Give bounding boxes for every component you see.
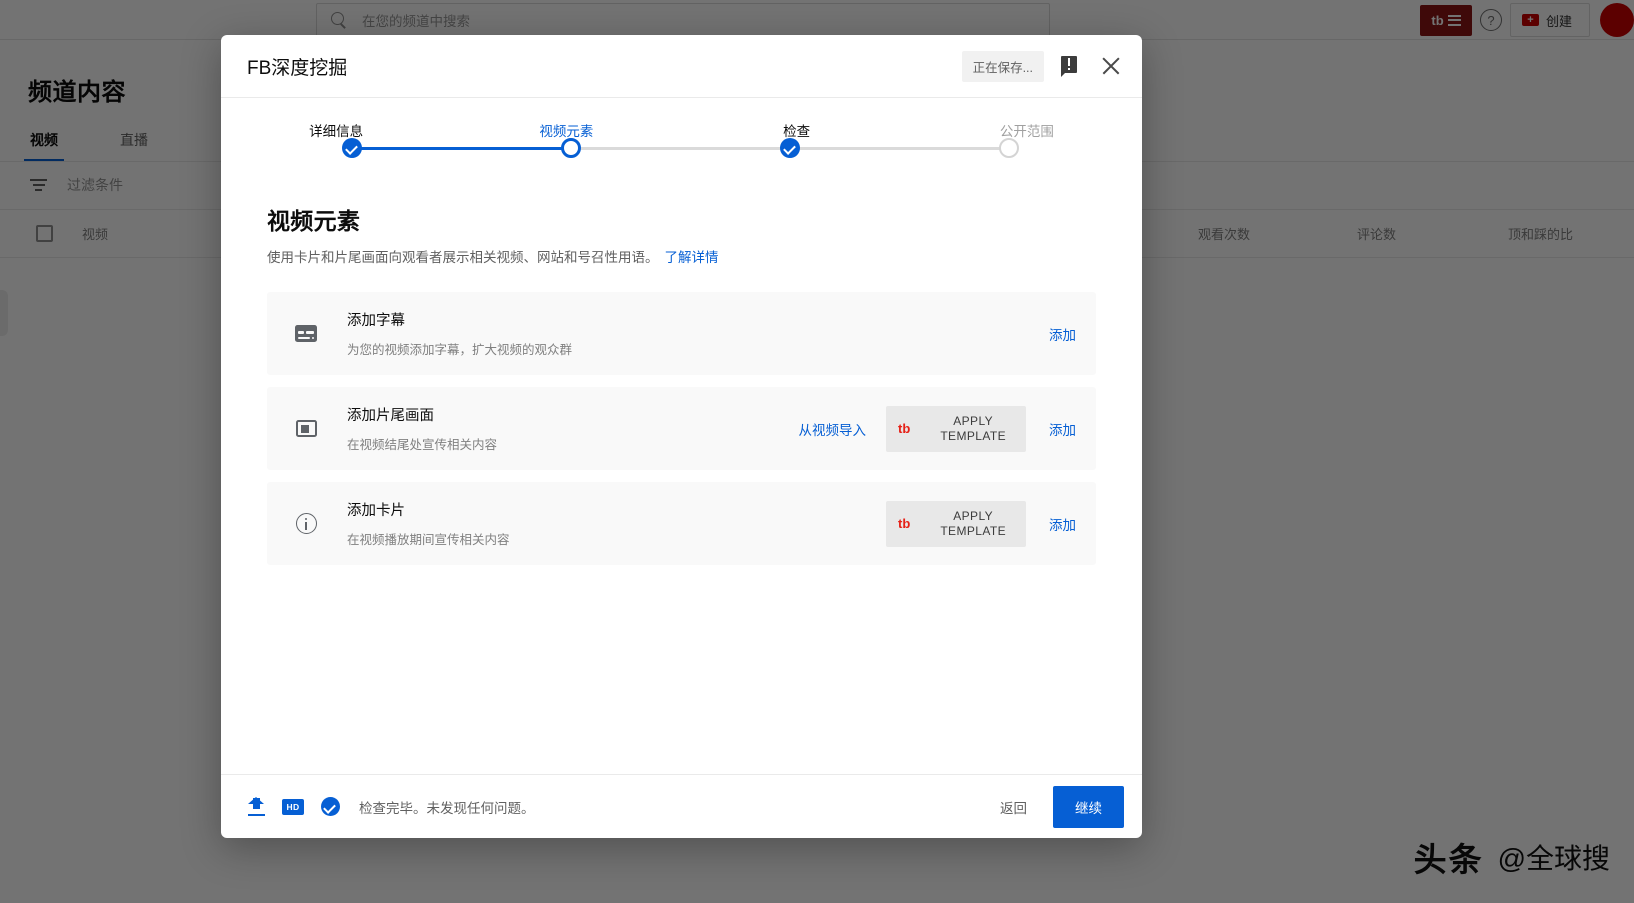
step-node-checks[interactable] xyxy=(780,138,800,158)
apply-template-button[interactable]: tb APPLY TEMPLATE xyxy=(886,406,1026,452)
video-elements-dialog: FB深度挖掘 正在保存... 详细信息 视频元素 检查 公开范围 xyxy=(221,35,1142,838)
learn-more-link[interactable]: 了解详情 xyxy=(665,250,719,265)
card-actions: 添加 xyxy=(1046,324,1076,344)
card-title: 添加片尾画面 xyxy=(347,404,799,425)
card-subtitle: 为您的视频添加字幕，扩大视频的观众群 xyxy=(347,339,1046,358)
elements-card-list: 添加字幕 为您的视频添加字幕，扩大视频的观众群 添加 添加片尾画面 在视频结尾处… xyxy=(267,292,1096,565)
end-screen-icon xyxy=(291,420,321,437)
card-text-block: 添加字幕 为您的视频添加字幕，扩大视频的观众群 xyxy=(347,309,1046,358)
step-label-video-elements[interactable]: 视频元素 xyxy=(451,120,681,140)
card-title: 添加卡片 xyxy=(347,499,886,520)
card-actions: 从视频导入 tb APPLY TEMPLATE 添加 xyxy=(799,406,1077,452)
add-end-screen-button[interactable]: 添加 xyxy=(1046,419,1076,439)
card-text-block: 添加卡片 在视频播放期间宣传相关内容 xyxy=(347,499,886,548)
status-icon-group: HD xyxy=(247,797,340,816)
add-cards-button[interactable]: 添加 xyxy=(1046,514,1076,534)
apply-template-label: APPLY TEMPLATE xyxy=(920,509,1026,539)
section-description: 使用卡片和片尾画面向观看者展示相关视频、网站和号召性用语。了解详情 xyxy=(267,246,1096,266)
hd-badge-icon: HD xyxy=(282,799,304,815)
card-text-block: 添加片尾画面 在视频结尾处宣传相关内容 xyxy=(347,404,799,453)
card-add-end-screen: 添加片尾画面 在视频结尾处宣传相关内容 从视频导入 tb APPLY TEMPL… xyxy=(267,387,1096,470)
step-label-checks[interactable]: 检查 xyxy=(682,120,912,140)
saving-status-chip: 正在保存... xyxy=(962,51,1044,82)
step-node-visibility[interactable] xyxy=(999,138,1019,158)
feedback-icon[interactable] xyxy=(1058,53,1080,79)
apply-template-line2: TEMPLATE xyxy=(940,524,1006,538)
tb-logo-icon: tb xyxy=(898,421,910,436)
import-from-video-button[interactable]: 从视频导入 xyxy=(799,419,867,439)
back-button[interactable]: 返回 xyxy=(984,788,1043,826)
step-label-visibility[interactable]: 公开范围 xyxy=(912,120,1142,140)
card-subtitle: 在视频结尾处宣传相关内容 xyxy=(347,434,799,453)
apply-template-line1: APPLY xyxy=(953,509,993,523)
card-title: 添加字幕 xyxy=(347,309,1046,330)
step-labels: 详细信息 视频元素 检查 公开范围 xyxy=(221,120,1142,140)
close-icon[interactable] xyxy=(1098,53,1124,79)
apply-template-line2: TEMPLATE xyxy=(940,429,1006,443)
screen-root: 在您的频道中搜索 tb ? 创建 频道内容 视频 直播 xyxy=(0,0,1634,903)
apply-template-label: APPLY TEMPLATE xyxy=(920,414,1026,444)
upload-icon xyxy=(247,797,265,816)
card-add-cards: 添加卡片 在视频播放期间宣传相关内容 tb APPLY TEMPLATE 添加 xyxy=(267,482,1096,565)
dialog-footer: HD 检查完毕。未发现任何问题。 返回 继续 xyxy=(221,774,1142,838)
dialog-header: FB深度挖掘 正在保存... xyxy=(221,35,1142,98)
footer-status-text: 检查完毕。未发现任何问题。 xyxy=(359,797,984,817)
dialog-body: 视频元素 使用卡片和片尾画面向观看者展示相关视频、网站和号召性用语。了解详情 添… xyxy=(221,172,1142,774)
section-description-text: 使用卡片和片尾画面向观看者展示相关视频、网站和号召性用语。 xyxy=(267,250,659,265)
apply-template-line1: APPLY xyxy=(953,414,993,428)
apply-template-button[interactable]: tb APPLY TEMPLATE xyxy=(886,501,1026,547)
card-subtitle: 在视频播放期间宣传相关内容 xyxy=(347,529,886,548)
check-circle-icon xyxy=(321,797,340,816)
step-label-details[interactable]: 详细信息 xyxy=(221,120,451,140)
add-subtitles-button[interactable]: 添加 xyxy=(1046,324,1076,344)
dialog-title: FB深度挖掘 xyxy=(247,53,962,80)
tb-logo-icon: tb xyxy=(898,516,910,531)
card-add-subtitles: 添加字幕 为您的视频添加字幕，扩大视频的观众群 添加 xyxy=(267,292,1096,375)
closed-captions-icon xyxy=(291,325,321,342)
info-card-icon xyxy=(291,513,321,534)
upload-stepper: 详细信息 视频元素 检查 公开范围 xyxy=(221,98,1142,172)
card-actions: tb APPLY TEMPLATE 添加 xyxy=(886,501,1076,547)
section-heading: 视频元素 xyxy=(267,202,1096,236)
step-node-video-elements[interactable] xyxy=(561,138,581,158)
step-track xyxy=(221,138,1142,158)
continue-button[interactable]: 继续 xyxy=(1053,786,1124,828)
step-node-details[interactable] xyxy=(342,138,362,158)
step-connector-line-completed xyxy=(352,147,571,150)
